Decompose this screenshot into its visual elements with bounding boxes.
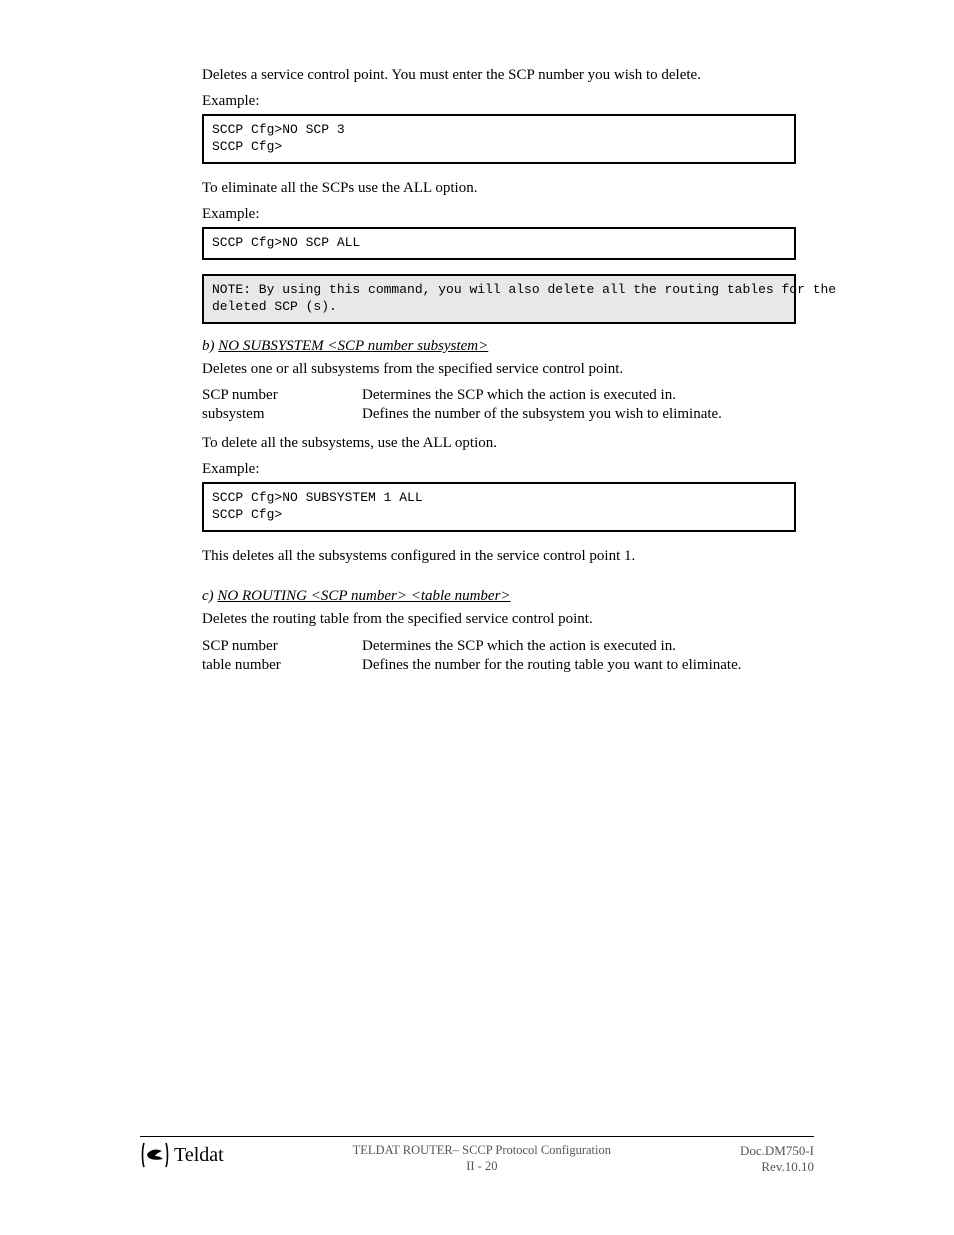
- footer-doc-id: Doc.DM750-I Rev.10.10: [740, 1143, 814, 1175]
- page-footer: Teldat TELDAT ROUTER– SCCP Protocol Conf…: [140, 1136, 814, 1175]
- subsection-b-letter: b): [202, 338, 215, 354]
- subsection-b-all-note: To delete all the subsystems, use the AL…: [202, 433, 796, 453]
- footer-brand: Teldat: [140, 1141, 224, 1169]
- definition-row: table number Defines the number for the …: [202, 657, 796, 674]
- intro-paragraph: Deletes a service control point. You mus…: [202, 65, 796, 85]
- term-scp-number: SCP number: [202, 387, 362, 404]
- subsection-c-letter: c): [202, 588, 214, 604]
- example-label-1: Example:: [202, 93, 796, 110]
- subsection-b-title: NO SUBSYSTEM <SCP number subsystem>: [218, 338, 488, 354]
- definition-row: SCP number Determines the SCP which the …: [202, 387, 796, 404]
- term-table-number: table number: [202, 657, 362, 674]
- note-box: NOTE: By using this command, you will al…: [202, 274, 796, 324]
- subsection-c-title: NO ROUTING <SCP number> <table number>: [217, 588, 510, 604]
- example-label-2: Example:: [202, 206, 796, 223]
- def-table-number: Defines the number for the routing table…: [362, 657, 796, 674]
- code-box-3: SCCP Cfg>NO SUBSYSTEM 1 ALL SCCP Cfg>: [202, 482, 796, 532]
- def-scp-number: Determines the SCP which the action is e…: [362, 387, 796, 404]
- def-scp-number-c: Determines the SCP which the action is e…: [362, 638, 796, 655]
- footer-page-number: II - 20: [224, 1159, 740, 1175]
- definition-row: subsystem Defines the number of the subs…: [202, 406, 796, 423]
- footer-doc-title: TELDAT ROUTER– SCCP Protocol Configurati…: [224, 1143, 740, 1159]
- def-subsystem: Defines the number of the subsystem you …: [362, 406, 796, 423]
- example-label-3: Example:: [202, 461, 796, 478]
- term-scp-number-c: SCP number: [202, 638, 362, 655]
- all-option-note-1: To eliminate all the SCPs use the ALL op…: [202, 178, 796, 198]
- footer-rule: [140, 1136, 814, 1137]
- subsection-c-desc: Deletes the routing table from the speci…: [202, 609, 796, 629]
- subsection-c-heading: c) NO ROUTING <SCP number> <table number…: [202, 588, 796, 605]
- subsection-b-heading: b) NO SUBSYSTEM <SCP number subsystem>: [202, 338, 796, 355]
- brand-text: Teldat: [174, 1144, 224, 1167]
- code-box-2: SCCP Cfg>NO SCP ALL: [202, 227, 796, 260]
- subsection-b-desc: Deletes one or all subsystems from the s…: [202, 359, 796, 379]
- term-subsystem: subsystem: [202, 406, 362, 423]
- bird-logo-icon: [140, 1141, 170, 1169]
- definition-row: SCP number Determines the SCP which the …: [202, 638, 796, 655]
- footer-center: TELDAT ROUTER– SCCP Protocol Configurati…: [224, 1143, 740, 1174]
- code-box-1: SCCP Cfg>NO SCP 3 SCCP Cfg>: [202, 114, 796, 164]
- subsection-b-final-note: This deletes all the subsystems configur…: [202, 546, 796, 566]
